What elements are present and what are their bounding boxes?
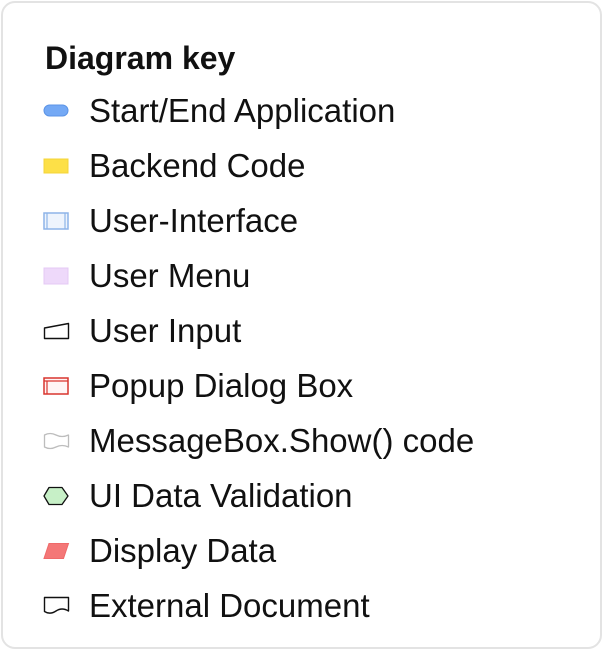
- legend-title: Diagram key: [45, 40, 236, 76]
- legend-item-label: UI Data Validation: [89, 477, 353, 514]
- legend-item-popup-dialog: Popup Dialog Box: [43, 364, 583, 408]
- backend-rectangle-icon: [43, 156, 73, 176]
- ui-framed-rectangle-icon: [43, 211, 73, 231]
- start-end-pill-icon: [43, 101, 73, 121]
- document-icon: [43, 596, 73, 616]
- legend-item-label: User Input: [89, 312, 242, 349]
- popup-framed-rectangle-icon: [43, 376, 73, 396]
- legend-item-label: User Menu: [89, 257, 251, 294]
- legend-item-backend-code: Backend Code: [43, 144, 583, 188]
- legend-item-ui-validation: UI Data Validation: [43, 474, 583, 518]
- legend-item-external-document: External Document: [43, 584, 583, 628]
- legend-item-user-interface: User-Interface: [43, 199, 583, 243]
- legend-item-label: Start/End Application: [89, 92, 396, 129]
- parallelogram-icon: [43, 541, 73, 561]
- manual-input-icon: [43, 321, 73, 341]
- legend-item-label: Popup Dialog Box: [89, 367, 354, 404]
- legend-item-label: Backend Code: [89, 147, 306, 184]
- user-menu-rectangle-icon: [43, 266, 73, 286]
- legend-item-label: MessageBox.Show() code: [89, 422, 475, 459]
- legend-item-label: Display Data: [89, 532, 277, 569]
- hexagon-icon: [43, 486, 73, 506]
- legend-item-start-end: Start/End Application: [43, 89, 583, 133]
- legend-item-label: User-Interface: [89, 202, 299, 239]
- legend-item-messagebox-code: MessageBox.Show() code: [43, 419, 583, 463]
- legend-item-user-menu: User Menu: [43, 254, 583, 298]
- legend-item-display-data: Display Data: [43, 529, 583, 573]
- legend-item-label: External Document: [89, 587, 370, 624]
- legend-item-user-input: User Input: [43, 309, 583, 353]
- messagebox-wave-icon: [43, 431, 73, 451]
- diagram-key-panel: Diagram key Start/End Application Backen…: [1, 1, 602, 649]
